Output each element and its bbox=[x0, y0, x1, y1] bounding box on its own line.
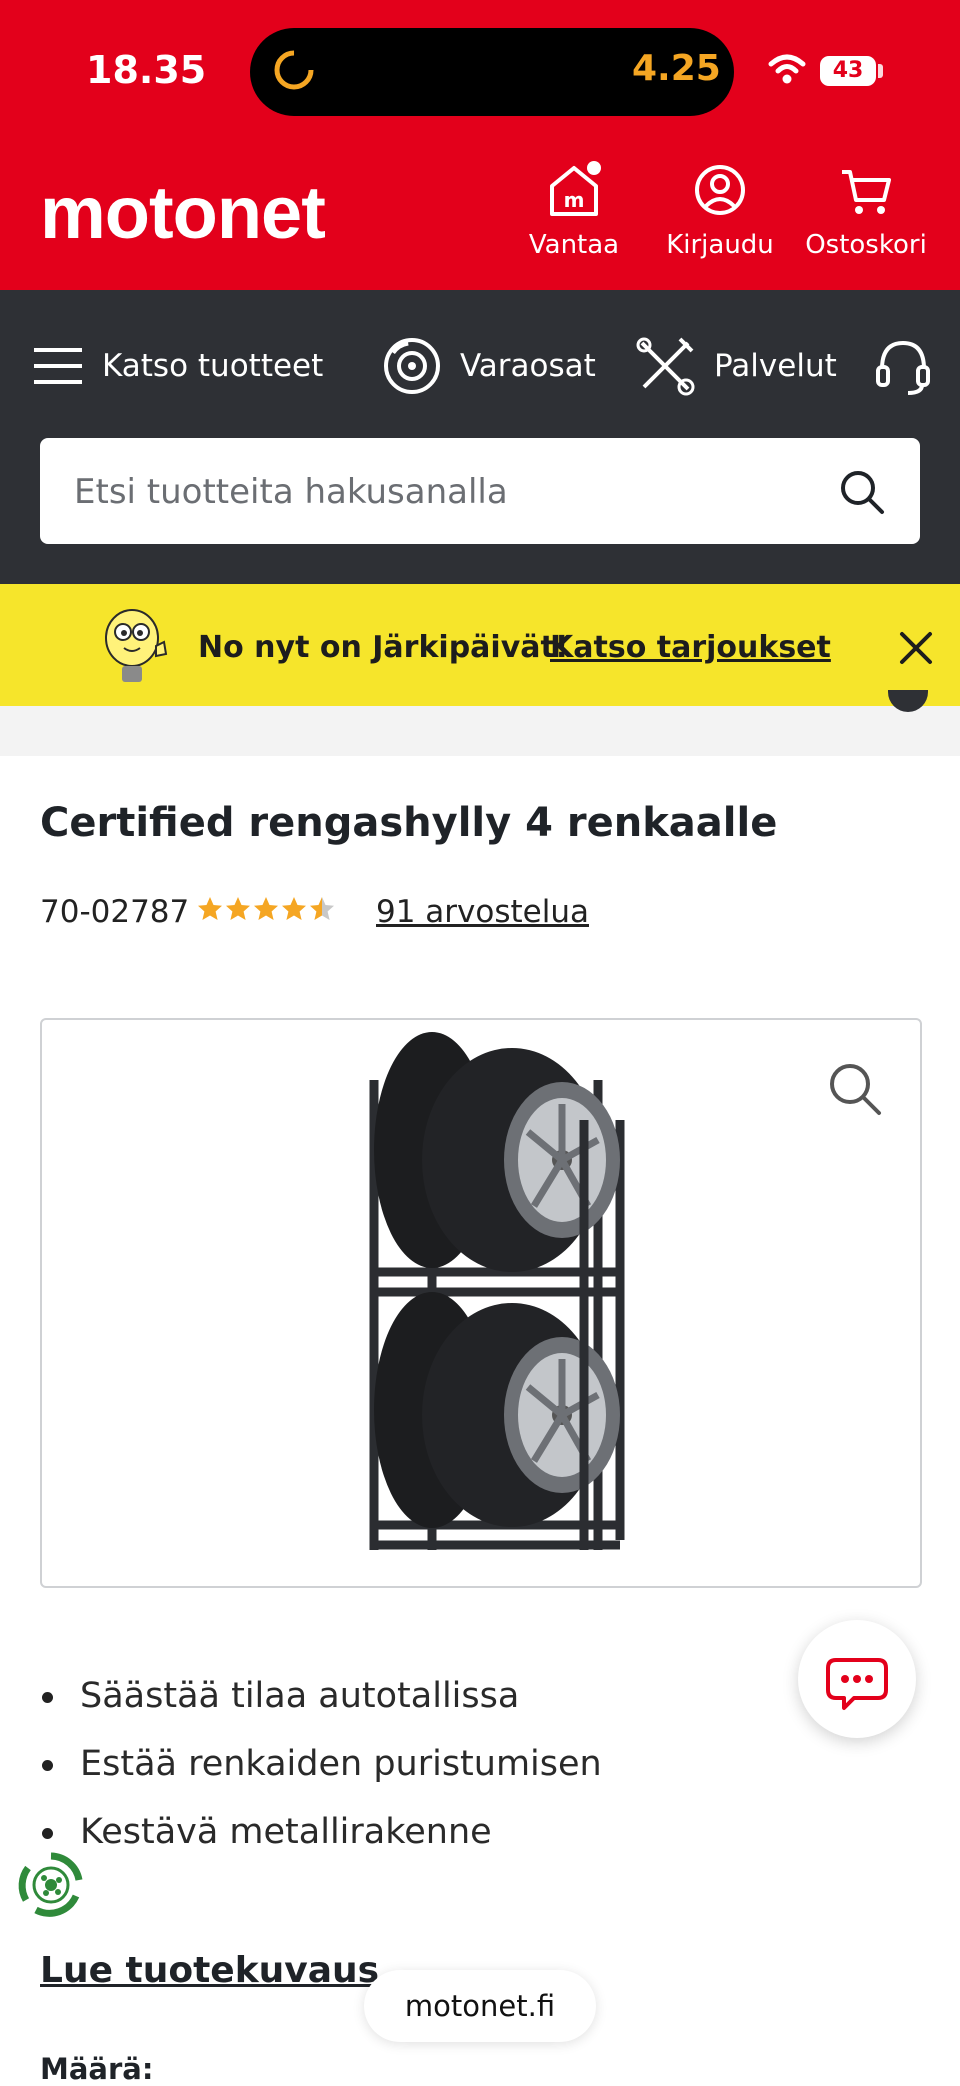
svg-text:m: m bbox=[564, 188, 585, 212]
feature-list: Säästää tilaa autotallissa Estää renkaid… bbox=[40, 1668, 602, 1872]
tire-rack-image bbox=[369, 1032, 625, 1550]
zoom-icon[interactable] bbox=[826, 1060, 884, 1118]
browser-url-bar[interactable]: motonet.fi bbox=[364, 1970, 596, 2042]
user-icon bbox=[695, 165, 745, 215]
tools-icon bbox=[636, 337, 695, 396]
feature-item: Kestävä metallirakenne bbox=[40, 1804, 602, 1872]
half-star-icon bbox=[310, 897, 334, 920]
wifi-icon bbox=[768, 54, 806, 84]
nav-services-label: Palvelut bbox=[714, 348, 837, 384]
battery-tip bbox=[878, 64, 883, 78]
feature-item: Säästää tilaa autotallissa bbox=[40, 1668, 602, 1736]
feature-item: Estää renkaiden puristumisen bbox=[40, 1736, 602, 1804]
island-timer: 4.25 bbox=[632, 48, 721, 89]
motonet-logo[interactable]: motonet bbox=[40, 176, 326, 250]
star-icon bbox=[198, 897, 222, 920]
cart-label: Ostoskori bbox=[805, 230, 927, 260]
product-image[interactable] bbox=[40, 1018, 922, 1588]
hamburger-icon bbox=[34, 348, 82, 384]
chat-icon bbox=[826, 1658, 888, 1710]
product-title: Certified rengashylly 4 renkaalle bbox=[40, 800, 778, 846]
search-input[interactable] bbox=[72, 438, 836, 546]
nav-products[interactable]: Katso tuotteet bbox=[34, 338, 323, 394]
rating-stars bbox=[198, 897, 334, 920]
headset-icon bbox=[876, 340, 930, 395]
star-icon bbox=[282, 897, 306, 920]
cart-icon bbox=[842, 170, 891, 214]
reviews-link[interactable]: 91 arvostelua bbox=[376, 894, 589, 930]
login-label: Kirjaudu bbox=[666, 230, 774, 260]
nav-products-label: Katso tuotteet bbox=[102, 348, 324, 384]
close-icon[interactable] bbox=[896, 628, 936, 668]
login-button[interactable]: Kirjaudu bbox=[650, 160, 790, 260]
nav-support[interactable] bbox=[872, 338, 952, 395]
timer-icon bbox=[274, 50, 314, 90]
breadcrumb-strip bbox=[0, 706, 960, 756]
nav-parts-label: Varaosat bbox=[460, 348, 596, 384]
battery-indicator: 43 bbox=[820, 56, 876, 86]
store-home-icon: m bbox=[550, 161, 601, 216]
search-icon[interactable] bbox=[838, 468, 886, 516]
star-icon bbox=[226, 897, 250, 920]
banner-text: No nyt on Järkipäivät! bbox=[198, 630, 569, 665]
store-label: Vantaa bbox=[528, 230, 620, 260]
eco-recycle-icon[interactable] bbox=[16, 1850, 86, 1920]
nav-services[interactable]: Palvelut bbox=[634, 337, 837, 396]
lightbulb-mascot-icon bbox=[105, 609, 168, 682]
chat-button[interactable] bbox=[798, 1620, 916, 1738]
cart-button[interactable]: Ostoskori bbox=[796, 160, 936, 260]
search-box bbox=[40, 438, 920, 546]
read-description-link[interactable]: Lue tuotekuvaus bbox=[40, 1950, 379, 1991]
banner-offers-link[interactable]: Katso tarjoukset bbox=[550, 630, 831, 665]
product-sku: 70-02787 bbox=[40, 894, 190, 930]
store-button[interactable]: m Vantaa bbox=[504, 160, 644, 260]
star-icon bbox=[254, 897, 278, 920]
status-time: 18.35 bbox=[86, 48, 207, 92]
nav-parts[interactable]: Varaosat bbox=[382, 338, 596, 394]
brake-disc-icon bbox=[384, 338, 440, 394]
